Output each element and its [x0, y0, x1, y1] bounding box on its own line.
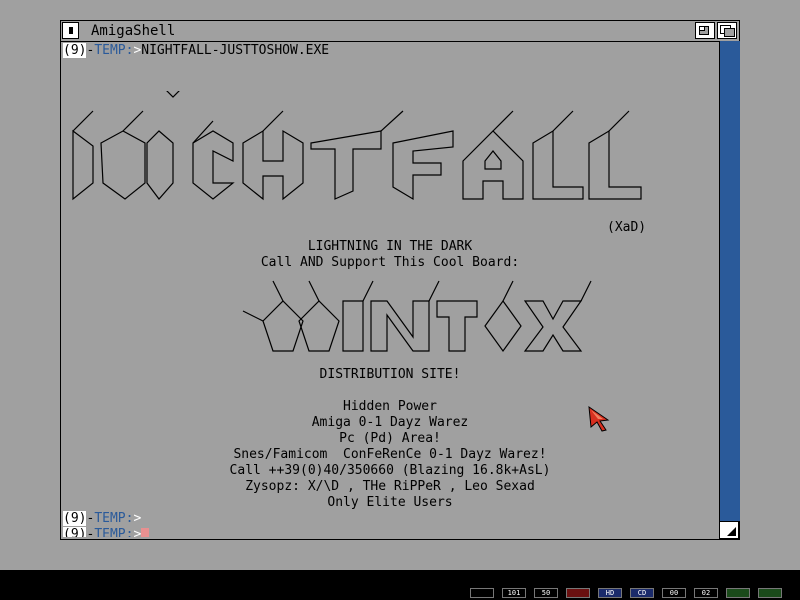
zoom-gadget-icon[interactable]: [695, 22, 715, 39]
close-gadget-icon[interactable]: [62, 22, 79, 39]
status-led-green1: [726, 588, 750, 598]
depth-gadget-icon[interactable]: [717, 22, 737, 39]
output-line: Pc (Pd) Area!: [339, 431, 441, 446]
emulator-status-bar: 101 50 HD CD 00 02: [0, 570, 800, 600]
status-led-fps: 101: [502, 588, 526, 598]
logo-strokes: [72, 110, 630, 144]
logo-a: [462, 130, 524, 200]
command-text: NIGHTFALL-JUSTTOSHOW.EXE: [141, 43, 330, 58]
logo-n-left: [72, 129, 94, 201]
status-led-cd: CD: [630, 588, 654, 598]
support-line: Call AND Support This Cool Board:: [260, 255, 520, 270]
logo-a-hole: [484, 150, 502, 170]
logo-g: [192, 130, 235, 200]
prompt-line-active[interactable]: (9)-TEMP:>: [63, 527, 150, 537]
output-line: Only Elite Users: [327, 495, 453, 510]
workbench-screen: AmigaShell (9)-TEMP:> NIGHTFALL-JUSTTOSHO…: [0, 0, 800, 568]
resize-gadget-icon[interactable]: [719, 521, 739, 539]
status-led-rate: 50: [534, 588, 558, 598]
logo-t: [310, 130, 382, 200]
output-line: Hidden Power: [343, 399, 437, 414]
vertical-scrollbar[interactable]: [719, 41, 740, 521]
status-led-red: [566, 588, 590, 598]
command-line: (9)-TEMP:>NIGHTFALL-JUSTTOSHOW.EXE: [63, 43, 330, 58]
logo-dot: [166, 91, 180, 98]
logo-l1: [532, 129, 584, 200]
shell-console[interactable]: (9)-TEMP:> NIGHTFALL-JUSTTOSHOW.EXE (XaD)…: [63, 43, 717, 537]
prompt-line: (9)-TEMP:>: [63, 511, 142, 526]
text-cursor: [141, 528, 150, 537]
logo-n-right: [100, 130, 146, 200]
title-bar[interactable]: AmigaShell: [61, 21, 739, 42]
output-line: Amiga 0-1 Dayz Warez: [311, 415, 469, 430]
status-led-df1: 02: [694, 588, 718, 598]
status-led-power: [470, 588, 494, 598]
status-led-green2: [758, 588, 782, 598]
logo-l2: [588, 129, 642, 200]
wintox-logo: [242, 280, 592, 353]
status-led-hd: HD: [598, 588, 622, 598]
mouse-pointer-icon: [588, 406, 610, 432]
logo-i: [146, 130, 174, 200]
tagline: LIGHTNING IN THE DARK: [307, 239, 473, 254]
logo-h: [242, 129, 304, 201]
amigashell-window[interactable]: AmigaShell (9)-TEMP:> NIGHTFALL-JUSTTOSHO…: [60, 20, 740, 540]
status-led-df0: 00: [662, 588, 686, 598]
logo-tag: (XaD): [607, 220, 646, 235]
output-line: Snes/Famicom ConFeRenCe 0-1 Dayz Warez!: [233, 447, 547, 462]
output-line: Call ++39(0)40/350660 (Blazing 16.8k+AsL…: [229, 463, 551, 478]
output-line: Zysopz: X/\D , THe RiPPeR , Leo Sexad: [245, 479, 535, 494]
distribution-line: DISTRIBUTION SITE!: [319, 367, 461, 382]
window-title: AmigaShell: [91, 23, 176, 39]
logo-f: [392, 130, 454, 201]
